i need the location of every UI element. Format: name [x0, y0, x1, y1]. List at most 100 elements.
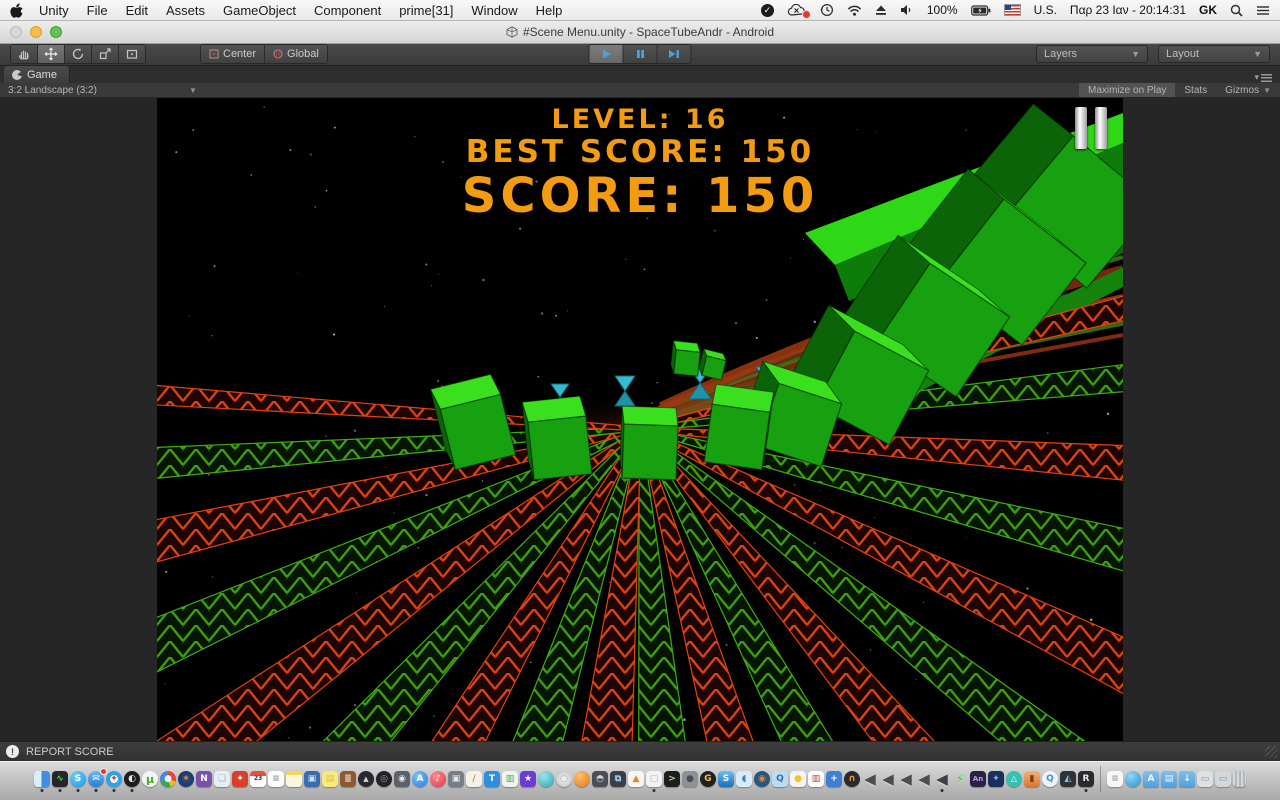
window-minimize-button[interactable] [30, 26, 42, 38]
dock-cube-app[interactable]: ❑ [214, 771, 230, 787]
pivot-center-button[interactable]: Center [201, 45, 265, 63]
dock-flash-app[interactable]: ⚡ [952, 771, 968, 787]
dock-pages[interactable]: / [466, 771, 482, 787]
dock-folder-downloads[interactable]: ↓ [1179, 771, 1195, 787]
input-source-label[interactable]: U.S. [1034, 3, 1057, 17]
dock-fish-app[interactable]: ◖ [736, 771, 752, 787]
dock-orange-sphere-app[interactable] [574, 771, 590, 787]
dock-steam[interactable]: S [718, 771, 734, 787]
stats-toggle[interactable]: Stats [1175, 83, 1216, 97]
dock-unity-old-3[interactable]: ◀ [898, 771, 914, 787]
menu-item-help[interactable]: Help [536, 3, 563, 18]
volume-icon[interactable] [900, 4, 914, 16]
dock-unity[interactable]: ◀ [934, 771, 950, 787]
dock-minimized-window-1[interactable]: ▭ [1197, 771, 1213, 787]
dock-skype[interactable]: S [70, 771, 86, 787]
dock-g-app[interactable]: G [700, 771, 716, 787]
game-pause-button[interactable] [1075, 107, 1107, 149]
gizmos-dropdown[interactable]: Gizmos▼ [1216, 83, 1280, 97]
dock-toolbox-app[interactable]: + [826, 771, 842, 787]
hand-tool-button[interactable] [11, 45, 38, 63]
step-button[interactable] [658, 45, 691, 63]
menu-item-assets[interactable]: Assets [166, 3, 205, 18]
aspect-ratio-dropdown[interactable]: 3:2 Landscape (3:2)▼ [0, 85, 197, 96]
move-tool-button[interactable] [38, 45, 65, 63]
tab-game[interactable]: Game [4, 66, 70, 83]
maximize-on-play-toggle[interactable]: Maximize on Play [1079, 83, 1175, 97]
battery-icon[interactable] [971, 5, 991, 16]
menu-clock[interactable]: Παρ 23 Ιαν - 20:14:31 [1070, 3, 1186, 17]
unity-status-bar[interactable]: ! REPORT SCORE [0, 741, 1280, 761]
dock-keynote[interactable]: T [484, 771, 500, 787]
dock-stickies[interactable]: ▤ [322, 771, 338, 787]
dock-adobe-animate[interactable]: An [970, 771, 986, 787]
dock-launchpad[interactable]: ▲ [358, 771, 374, 787]
menu-item-unity[interactable]: Unity [39, 3, 69, 18]
dock-star-app[interactable]: ★ [520, 771, 536, 787]
dock-app-store[interactable]: A [412, 771, 428, 787]
dock-vlc[interactable]: ▲ [628, 771, 644, 787]
checkmark-circle-icon[interactable]: ✓ [761, 4, 774, 17]
dock-dark-circle-app[interactable]: ◐ [124, 771, 140, 787]
dock-photo-booth[interactable]: ◉ [394, 771, 410, 787]
dock-documents-stack[interactable]: ≡ [1107, 771, 1123, 787]
dock-folder-applications[interactable]: A [1143, 771, 1159, 787]
dock-gallery-app[interactable]: ◭ [1060, 771, 1076, 787]
dock-utorrent[interactable]: µ [142, 771, 158, 787]
apple-menu[interactable] [10, 3, 23, 18]
dock-cyberduck[interactable]: ● [790, 771, 806, 787]
dock-photos-app[interactable]: ▣ [304, 771, 320, 787]
dock-reminders[interactable]: ≡ [268, 771, 284, 787]
dock-numbers[interactable]: ▥ [502, 771, 518, 787]
layout-dropdown[interactable]: Layout▼ [1158, 45, 1270, 63]
input-source-flag-icon[interactable] [1004, 4, 1021, 16]
menu-item-prime-31-[interactable]: prime[31] [399, 3, 453, 18]
dock-folder-documents[interactable]: ▤ [1161, 771, 1177, 787]
dock-disk-utility[interactable]: ◓ [592, 771, 608, 787]
dock-disc-app[interactable]: ◌ [556, 771, 572, 787]
dock-unity-old-1[interactable]: ◀ [862, 771, 878, 787]
dock-finder[interactable] [34, 771, 50, 787]
dock-image-capture[interactable]: ▣ [448, 771, 464, 787]
resize-grip[interactable] [1265, 746, 1277, 758]
dock-blender[interactable]: ◉ [754, 771, 770, 787]
dock-r-app[interactable]: R [1078, 771, 1094, 787]
dock-activity-monitor[interactable]: ∿ [52, 771, 68, 787]
window-close-button[interactable] [10, 26, 22, 38]
dock-notes[interactable] [286, 771, 302, 787]
user-menu[interactable]: GK [1199, 3, 1217, 17]
dock-terminal-app[interactable]: > [664, 771, 680, 787]
menu-item-component[interactable]: Component [314, 3, 381, 18]
scale-tool-button[interactable] [92, 45, 119, 63]
window-zoom-button[interactable] [50, 26, 62, 38]
rotate-tool-button[interactable] [65, 45, 92, 63]
dock-doc-search-app[interactable]: Q [772, 771, 788, 787]
spotlight-icon[interactable] [1230, 4, 1243, 17]
time-machine-icon[interactable] [820, 3, 834, 17]
eject-icon[interactable] [875, 5, 887, 16]
dock-safari[interactable]: ✦ [106, 771, 122, 787]
dock-onenote[interactable]: N [196, 771, 212, 787]
dock-dictionary[interactable]: ≣ [340, 771, 356, 787]
dock-door-app[interactable]: ▮ [1024, 771, 1040, 787]
rect-tool-button[interactable] [119, 45, 145, 63]
pivot-global-button[interactable]: Global [265, 45, 327, 63]
dock-network-globe[interactable] [1125, 771, 1141, 787]
dock-mail[interactable]: ✉ [88, 771, 104, 787]
panel-options-icon[interactable]: ▾ [1254, 72, 1280, 83]
dock-rocket-app[interactable]: △ [1006, 771, 1022, 787]
dock-unity-old-4[interactable]: ◀ [916, 771, 932, 787]
dock-textedit[interactable]: ▢ [646, 771, 662, 787]
menu-item-window[interactable]: Window [471, 3, 517, 18]
dock-calendar[interactable]: 23 [250, 771, 266, 787]
dock-crystal-app[interactable]: ✦ [988, 771, 1004, 787]
dock-headset-app[interactable]: ∩ [844, 771, 860, 787]
dock-firefox[interactable]: ✶ [178, 771, 194, 787]
game-viewport[interactable]: LEVEL: 16 BEST SCORE: 150 SCORE: 150 [157, 97, 1123, 741]
dock-red-app[interactable]: ✦ [232, 771, 248, 787]
menu-item-gameobject[interactable]: GameObject [223, 3, 296, 18]
dock-trash[interactable] [1233, 771, 1246, 787]
dock-sphere-app[interactable] [538, 771, 554, 787]
play-button[interactable] [590, 45, 624, 63]
dock-quicktime[interactable]: Q [1042, 771, 1058, 787]
